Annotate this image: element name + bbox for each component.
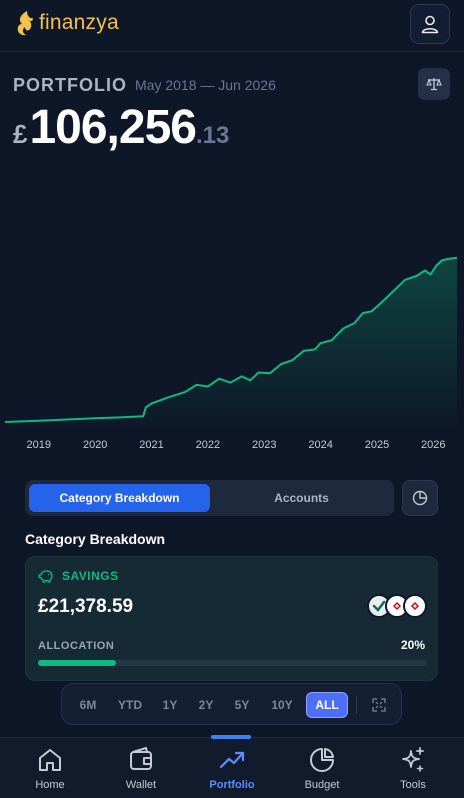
nav-tools-label: Tools [400, 779, 426, 791]
total-integer: 106,256 [29, 101, 197, 154]
x-tick-label: 2020 [83, 439, 107, 451]
total-decimal: .13 [195, 122, 230, 149]
app-logo[interactable]: finanzya [14, 10, 119, 36]
nav-budget-label: Budget [304, 779, 340, 791]
x-tick-label: 2022 [196, 439, 220, 451]
nav-budget[interactable]: Budget [287, 744, 357, 796]
range-divider [356, 696, 357, 714]
range-2y[interactable]: 2Y [192, 692, 220, 718]
x-tick-label: 2026 [421, 439, 445, 451]
nav-portfolio-label: Portfolio [209, 779, 255, 791]
fullscreen-button[interactable] [366, 693, 392, 717]
hexagon-logo-icon [393, 602, 401, 610]
currency-symbol: £ [13, 119, 28, 149]
range-5y[interactable]: 5Y [228, 692, 256, 718]
portfolio-total: £ 106,256 .13 [13, 100, 229, 155]
allocation-bar-fill [38, 660, 116, 666]
profile-button[interactable] [410, 4, 450, 44]
date-range: May 2018 — Jun 2026 [135, 77, 276, 93]
expand-icon [372, 698, 386, 712]
nav-home[interactable]: Home [15, 744, 85, 796]
scale-icon [426, 78, 442, 91]
savings-label: SAVINGS [62, 569, 119, 583]
allocation-bar [38, 660, 427, 666]
pie-chart-icon [310, 748, 334, 772]
view-toggle: Category Breakdown Accounts [25, 480, 394, 516]
savings-header: SAVINGS [38, 569, 119, 583]
time-range-selector: 6M YTD 1Y 2Y 5Y 10Y ALL [61, 683, 402, 725]
nav-tools[interactable]: Tools [378, 744, 448, 796]
x-tick-label: 2019 [27, 439, 51, 451]
bank-logo-icon [403, 594, 427, 618]
home-icon [39, 749, 61, 771]
range-ytd[interactable]: YTD [112, 692, 148, 718]
nav-wallet-label: Wallet [125, 779, 157, 791]
piggy-bank-icon [38, 570, 53, 583]
section-title: Category Breakdown [25, 531, 166, 547]
nav-portfolio[interactable]: Portfolio [197, 744, 267, 796]
wallet-icon [130, 747, 152, 770]
pie-chart-icon [412, 490, 428, 506]
range-all[interactable]: ALL [306, 692, 348, 718]
sparkles-icon [402, 747, 424, 772]
allocation-label: ALLOCATION [38, 640, 115, 652]
active-tab-indicator [211, 735, 251, 739]
app-name: finanzya [39, 11, 119, 34]
check-mark-icon [372, 600, 386, 612]
range-1y[interactable]: 1Y [156, 692, 184, 718]
account-icons [367, 594, 427, 620]
user-icon [421, 15, 439, 34]
savings-amount: £21,378.59 [38, 596, 134, 617]
tab-category-breakdown[interactable]: Category Breakdown [29, 484, 210, 512]
x-tick-label: 2021 [139, 439, 163, 451]
flame-logo-icon [17, 11, 33, 36]
bottom-navigation: Home Wallet Portfolio Budget Tools [0, 735, 464, 798]
allocation-percent: 20% [400, 638, 425, 652]
hexagon-logo-icon [411, 602, 419, 610]
pie-view-button[interactable] [402, 480, 438, 516]
portfolio-label: PORTFOLIO [13, 75, 127, 95]
compare-button[interactable] [418, 68, 450, 100]
tab-accounts[interactable]: Accounts [211, 484, 392, 512]
nav-wallet[interactable]: Wallet [106, 744, 176, 796]
range-10y[interactable]: 10Y [264, 692, 300, 718]
x-tick-label: 2023 [252, 439, 276, 451]
x-tick-label: 2025 [365, 439, 389, 451]
savings-card[interactable]: SAVINGS £21,378.59 ALLOCATION 20% [25, 556, 438, 681]
top-bar: finanzya [0, 0, 464, 52]
portfolio-chart[interactable]: 2019 2020 2021 2022 2023 2024 2025 2026 [0, 230, 464, 460]
chart-area-fill [5, 257, 457, 430]
trending-up-icon [219, 751, 245, 769]
range-6m[interactable]: 6M [72, 692, 104, 718]
x-tick-label: 2024 [308, 439, 332, 451]
nav-home-label: Home [35, 779, 65, 791]
